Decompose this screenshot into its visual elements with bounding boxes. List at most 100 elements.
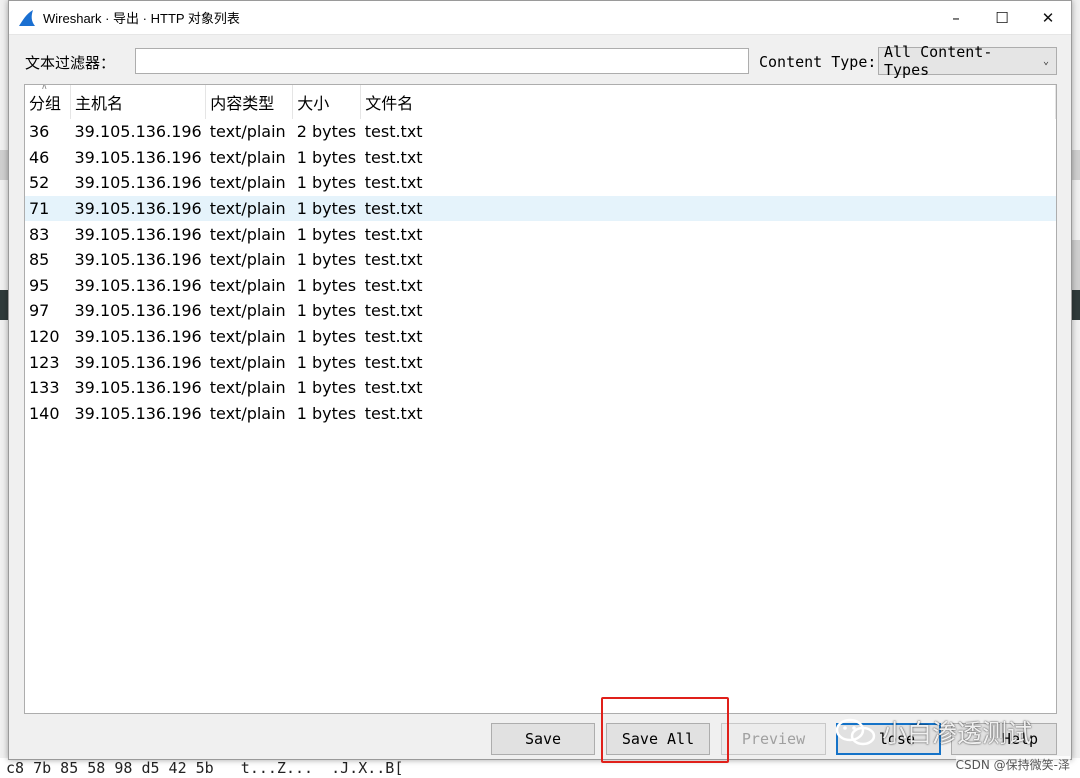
save-button[interactable]: Save (491, 723, 595, 755)
cell-content-type: text/plain (205, 195, 293, 222)
background-row (0, 150, 8, 180)
preview-button[interactable]: Preview (721, 723, 826, 755)
cell-filename: test.txt (364, 224, 423, 244)
cell-packet: 97 (29, 301, 50, 321)
csdn-credit: CSDN @保持微笑-泽 (955, 756, 1070, 773)
cell-hostname: 39.105.136.196 (74, 378, 202, 398)
cell-packet: 95 (29, 275, 50, 295)
cell-content-type: text/plain (209, 224, 286, 244)
cell-packet: 46 (29, 147, 50, 167)
text-filter-label: 文本过滤器： (25, 54, 116, 72)
content-type-label: Content Type: (759, 53, 877, 71)
cell-size: 1 bytes (296, 173, 357, 193)
cell-packet: 71 (25, 195, 71, 222)
cell-content-type: text/plain (209, 352, 286, 372)
cell-hostname: 39.105.136.196 (74, 301, 202, 321)
cell-filename: test.txt (364, 250, 423, 270)
cell-content-type: text/plain (209, 122, 286, 142)
column-header-packet[interactable]: ∧ 分组 (25, 85, 71, 119)
text-filter-input[interactable] (135, 48, 749, 74)
objects-table[interactable]: ∧ 分组 主机名 内容类型 大小 文件名 36 39.105.136.196 tex… (24, 84, 1057, 714)
export-http-objects-dialog: Wireshark · 导出 · HTTP 对象列表 – ☐ ✕ 文本过滤器： … (8, 0, 1072, 760)
watermark: 小白渗透测试 (834, 712, 1032, 752)
chevron-down-icon: ⌄ (1042, 55, 1050, 67)
table-row[interactable]: 140 39.105.136.196 text/plain 1 bytes test.t… (25, 401, 1056, 427)
minimize-button[interactable]: – (933, 1, 979, 34)
table-row[interactable]: 85 39.105.136.196 text/plain 1 bytes test.tx… (25, 247, 1056, 273)
cell-hostname: 39.105.136.196 (74, 327, 202, 347)
cell-size: 1 bytes (296, 327, 357, 347)
cell-filename: test.txt (364, 147, 423, 167)
cell-content-type: text/plain (209, 378, 286, 398)
table-row[interactable]: 95 39.105.136.196 text/plain 1 bytes test.tx… (25, 273, 1056, 299)
cell-size: 1 bytes (296, 224, 357, 244)
cell-size: 1 bytes (296, 301, 357, 321)
cell-size: 2 bytes (296, 122, 357, 142)
column-header-filename[interactable]: 文件名 (361, 85, 430, 119)
table-row[interactable]: 120 39.105.136.196 text/plain 1 bytes test.t… (25, 324, 1056, 350)
cell-filename: test.txt (364, 352, 423, 372)
column-header-size[interactable]: 大小 (292, 85, 362, 119)
column-header-hostname[interactable]: 主机名 (70, 85, 207, 119)
cell-packet: 123 (29, 352, 60, 372)
cell-size: 1 bytes (296, 403, 357, 423)
cell-size: 1 bytes (296, 352, 357, 372)
cell-size: 1 bytes (296, 378, 357, 398)
table-row[interactable]: 46 39.105.136.196 text/plain 1 bytes test.tx… (25, 145, 1056, 171)
table-row[interactable]: 36 39.105.136.196 text/plain 2 bytes test.tx… (25, 119, 1056, 145)
cell-filename: test.txt (364, 173, 423, 193)
cell-size: 1 bytes (296, 275, 357, 295)
cell-hostname: 39.105.136.196 (74, 352, 202, 372)
cell-size: 1 bytes (292, 195, 361, 222)
cell-hostname: 39.105.136.196 (74, 147, 202, 167)
cell-content-type: text/plain (209, 327, 286, 347)
content-type-select[interactable]: All Content-Types ⌄ (878, 43, 1057, 79)
background-row (0, 290, 8, 320)
cell-content-type: text/plain (209, 250, 286, 270)
cell-hostname: 39.105.136.196 (74, 224, 202, 244)
cell-packet: 140 (29, 403, 60, 423)
cell-hostname: 39.105.136.196 (70, 195, 206, 222)
table-row[interactable]: 97 39.105.136.196 text/plain 1 bytes test.tx… (25, 298, 1056, 324)
table-row[interactable]: 133 39.105.136.196 text/plain 1 bytes test.t… (25, 375, 1056, 401)
cell-hostname: 39.105.136.196 (74, 275, 202, 295)
cell-packet: 120 (29, 327, 60, 347)
close-window-button[interactable]: ✕ (1025, 1, 1071, 34)
cell-hostname: 39.105.136.196 (74, 250, 202, 270)
title-bar: Wireshark · 导出 · HTTP 对象列表 – ☐ ✕ (9, 1, 1071, 35)
cell-filename: test.txt (364, 327, 423, 347)
cell-filename: test.txt (364, 378, 423, 398)
cell-filename: test.txt (364, 122, 423, 142)
cell-filename: test.txt (360, 195, 430, 222)
cell-content-type: text/plain (209, 173, 286, 193)
cell-hostname: 39.105.136.196 (74, 403, 202, 423)
table-row[interactable]: 123 39.105.136.196 text/plain 1 bytes test.t… (25, 349, 1056, 375)
cell-packet: 83 (29, 224, 50, 244)
wechat-icon (835, 718, 876, 746)
cell-content-type: text/plain (209, 275, 286, 295)
cell-filename: test.txt (364, 275, 423, 295)
content-type-value: All Content-Types (884, 43, 993, 79)
cell-filename: test.txt (364, 301, 423, 321)
maximize-button[interactable]: ☐ (979, 1, 1025, 34)
table-row[interactable]: 71 39.105.136.196 text/plain 1 bytes test.tx… (25, 195, 1056, 222)
cell-packet: 85 (29, 250, 50, 270)
window-title: Wireshark · 导出 · HTTP 对象列表 (43, 11, 240, 26)
cell-size: 1 bytes (296, 147, 357, 167)
sort-ascending-icon: ∧ (41, 84, 48, 92)
cell-packet: 36 (29, 122, 50, 142)
table-header: ∧ 分组 主机名 内容类型 大小 文件名 (25, 85, 1056, 119)
cell-filename: test.txt (364, 403, 423, 423)
background-hex-dump: c8 7b 85 58 98 d5 42 5b t...Z... .J.X..B… (0, 758, 1080, 778)
save-all-highlight-annotation (601, 697, 729, 763)
cell-content-type: text/plain (209, 147, 286, 167)
cell-size: 1 bytes (296, 250, 357, 270)
column-header-content-type[interactable]: 内容类型 (205, 85, 294, 119)
table-row[interactable]: 83 39.105.136.196 text/plain 1 bytes test.tx… (25, 221, 1056, 247)
wireshark-fin-icon (19, 9, 35, 26)
cell-hostname: 39.105.136.196 (74, 122, 202, 142)
watermark-text: 小白渗透测试 (882, 719, 1033, 748)
cell-packet: 52 (29, 173, 50, 193)
table-row[interactable]: 52 39.105.136.196 text/plain 1 bytes test.tx… (25, 170, 1056, 196)
filter-row: 文本过滤器： Content Type: All Content-Types ⌄ (9, 43, 1071, 79)
